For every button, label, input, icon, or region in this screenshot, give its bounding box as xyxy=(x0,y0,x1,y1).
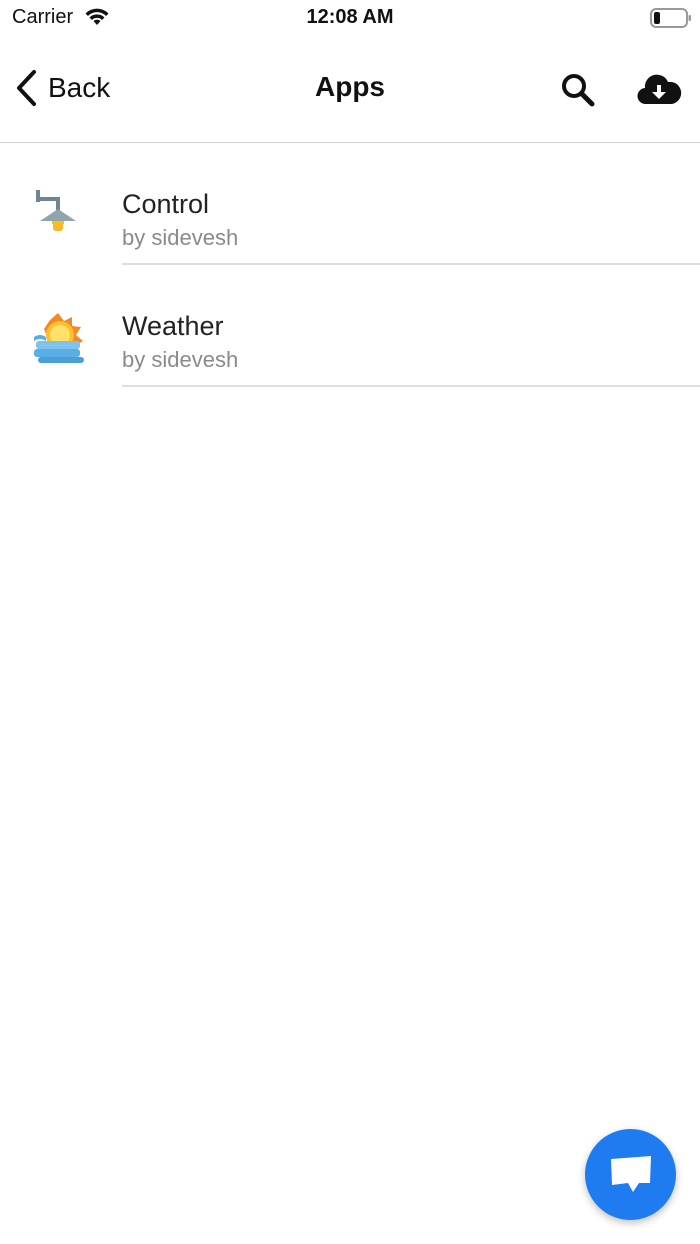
chat-icon xyxy=(610,1155,651,1192)
battery-icon xyxy=(650,8,691,28)
row-divider xyxy=(122,385,700,387)
apps-screen: Carrier 12:08 AM Apps Back Control by si… xyxy=(0,0,700,1244)
list-item-control[interactable]: Control by sidevesh xyxy=(0,143,700,265)
lamp-icon xyxy=(36,190,76,231)
navigation-bar: Apps Back xyxy=(0,36,700,143)
list-item-weather[interactable]: Weather by sidevesh xyxy=(0,265,700,387)
app-name: Control xyxy=(122,189,210,219)
status-bar: Carrier 12:08 AM xyxy=(0,0,700,36)
app-name: Weather xyxy=(122,311,224,341)
chat-button[interactable] xyxy=(585,1129,676,1220)
sun-weather-icon xyxy=(34,313,84,363)
chevron-left-icon xyxy=(17,70,36,106)
status-time: 12:08 AM xyxy=(306,6,394,28)
app-author: by sidevesh xyxy=(122,347,239,372)
cloud-download-icon[interactable] xyxy=(636,70,682,110)
back-button[interactable]: Back xyxy=(14,68,110,108)
app-list: Control by sidevesh Weather by sidevesh xyxy=(0,143,700,387)
app-author: by sidevesh xyxy=(122,225,239,250)
back-label: Back xyxy=(48,72,111,103)
search-icon[interactable] xyxy=(558,70,598,110)
